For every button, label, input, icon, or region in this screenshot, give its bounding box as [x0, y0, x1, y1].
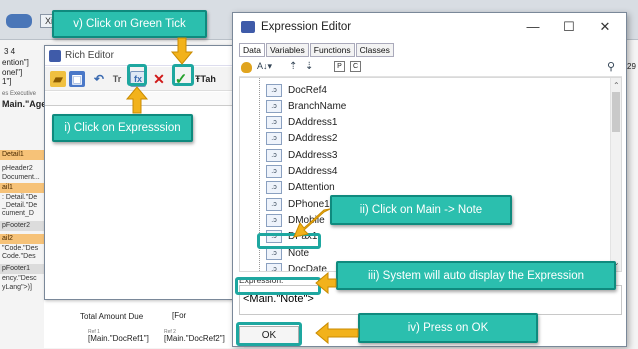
arrow-to-green-tick — [170, 37, 194, 65]
annotation-arrows — [125, 37, 359, 345]
arrow-to-note — [293, 208, 331, 238]
screen: Xii 3 4 ention"] onel"] 1"] es Executive… — [0, 0, 638, 349]
arrow-to-expression-button — [125, 86, 149, 114]
arrow-to-ok-button — [315, 321, 359, 345]
arrow-to-expression-value — [315, 271, 337, 295]
